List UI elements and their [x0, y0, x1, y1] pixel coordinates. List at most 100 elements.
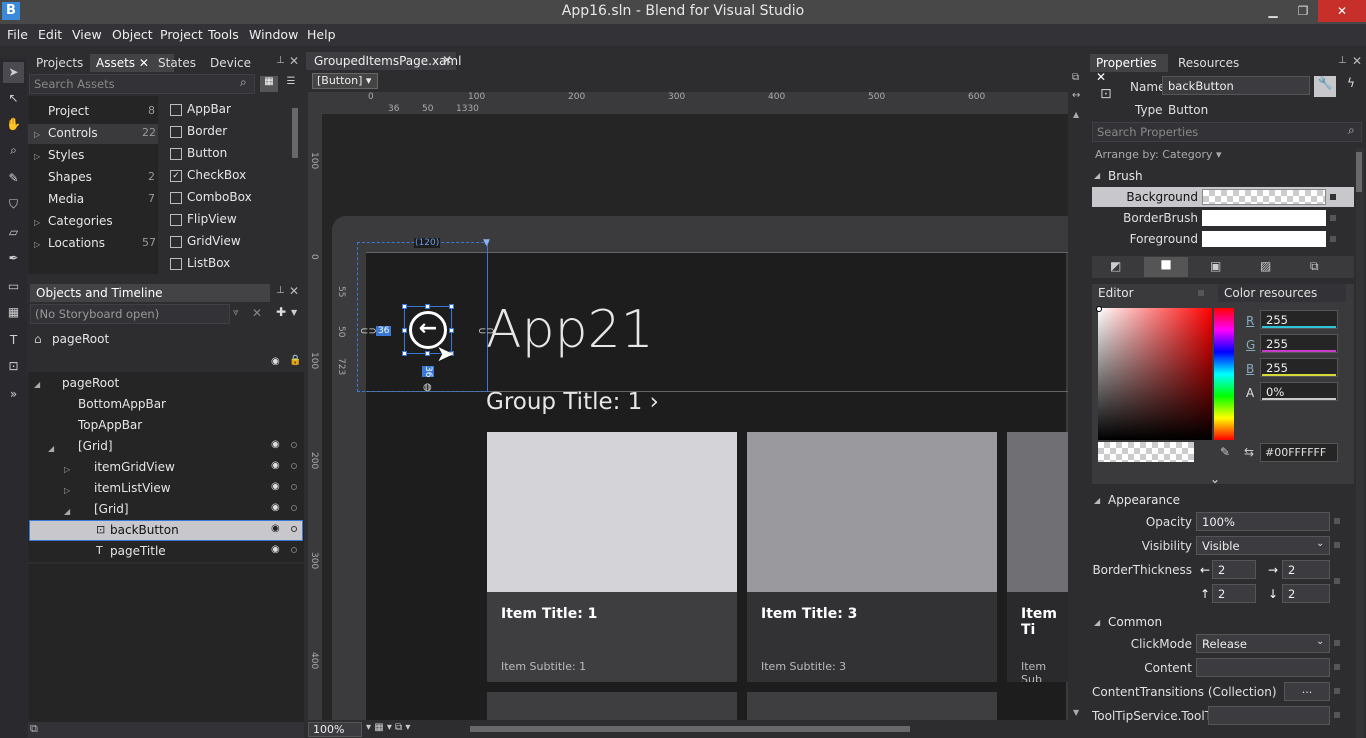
grid-layout-icon[interactable]: ▦ [3, 302, 24, 323]
lock-dot[interactable] [291, 442, 297, 448]
resize-handle[interactable] [425, 351, 430, 356]
resize-handle[interactable] [449, 304, 454, 309]
menu-tools[interactable]: Tools [208, 27, 239, 42]
advanced-options-icon[interactable] [1334, 688, 1340, 694]
asset-item[interactable]: FlipView [187, 212, 237, 226]
close-panel-icon[interactable]: ✕ [289, 284, 299, 298]
menu-view[interactable]: View [72, 27, 102, 42]
column-marker-icon[interactable]: ▼ [483, 238, 490, 248]
expand-arrow-icon[interactable]: ▷ [34, 130, 40, 139]
split-view-icon[interactable]: ⧉ [1072, 72, 1079, 83]
collapse-arrow-icon[interactable]: ◢ [1094, 618, 1100, 627]
lock-dot[interactable] [291, 463, 297, 469]
close-panel-icon[interactable]: ✕ [1352, 54, 1362, 68]
name-input[interactable]: backButton [1162, 76, 1310, 95]
tree-item-bottomappbar[interactable]: BottomAppBar [78, 397, 166, 411]
clickmode-select[interactable]: Release [1196, 634, 1330, 653]
advanced-options-icon[interactable] [1334, 542, 1340, 548]
hex-input[interactable]: #00FFFFFF [1260, 443, 1338, 462]
direct-selection-icon[interactable]: ↖ [3, 88, 24, 109]
category-project[interactable]: Project [48, 104, 89, 118]
resize-handle[interactable] [402, 304, 407, 309]
advanced-options-icon[interactable] [1334, 664, 1340, 670]
menu-object[interactable]: Object [112, 27, 153, 42]
canvas-hscroll-thumb[interactable] [470, 726, 910, 732]
menu-window[interactable]: Window [249, 27, 298, 42]
asset-item[interactable]: Button [187, 146, 227, 160]
item-tile[interactable]: Item Title: 3 Item Subtitle: 3 [747, 432, 997, 682]
item-tile[interactable]: Item Title: 1 Item Subtitle: 1 [487, 432, 737, 682]
opacity-input[interactable]: 100% [1196, 512, 1330, 531]
resize-handle[interactable] [402, 328, 407, 333]
advanced-options-icon[interactable] [1334, 712, 1340, 718]
expand-arrow-icon[interactable]: ▷ [64, 465, 70, 474]
foreground-swatch[interactable] [1202, 231, 1326, 247]
tree-item-itemlistview[interactable]: itemListView [94, 481, 171, 495]
thickness-top-input[interactable]: 2 [1212, 584, 1256, 603]
category-controls[interactable]: Controls [48, 126, 98, 140]
expand-arrow-icon[interactable]: ◢ [48, 444, 54, 453]
assets-scrollbar[interactable] [292, 108, 298, 158]
tree-item-backbutton[interactable]: backButton [110, 523, 179, 537]
expand-arrow-icon[interactable]: ◢ [64, 507, 70, 516]
app-title[interactable]: App21 [486, 300, 654, 360]
collapse-icon[interactable]: ⩔ [233, 307, 239, 318]
color-resources-tab[interactable]: Color resources [1218, 284, 1346, 302]
close-tab-icon[interactable]: ✕ [139, 56, 149, 70]
paint-bucket-icon[interactable]: ⛉ [3, 194, 24, 215]
lock-dot[interactable] [291, 526, 297, 532]
tab-device[interactable]: Device [204, 54, 257, 72]
solid-brush-icon[interactable]: ■ [1144, 257, 1188, 277]
eraser-icon[interactable]: ▱ [3, 222, 24, 243]
menu-file[interactable]: File [7, 27, 28, 42]
lock-dot[interactable] [291, 547, 297, 553]
list-view-icon[interactable]: ☰ [282, 76, 300, 92]
eyedropper-icon[interactable]: ✎ [3, 168, 24, 189]
tab-resources[interactable]: Resources [1172, 54, 1245, 72]
control-icon[interactable]: ⊡ [3, 356, 24, 377]
timeline-zoom-icon[interactable]: ⧉ [30, 722, 38, 736]
thickness-bottom-input[interactable]: 2 [1282, 584, 1330, 603]
tree-item-pagetitle[interactable]: pageTitle [110, 544, 166, 558]
thickness-left-input[interactable]: 2 [1212, 560, 1256, 579]
asset-item[interactable]: ListBox [187, 256, 230, 270]
properties-scrollbar[interactable] [1356, 148, 1364, 738]
close-panel-icon[interactable]: ✕ [289, 54, 299, 68]
tree-item-pageroot[interactable]: pageRoot [62, 376, 119, 390]
visibility-select[interactable]: Visible [1196, 536, 1330, 555]
pin-icon[interactable]: ⊥ [1338, 55, 1347, 66]
gradient-brush-icon[interactable]: ▣ [1210, 259, 1221, 273]
left-link-icon[interactable]: ⊂⊃ [360, 326, 377, 337]
more-tools-icon[interactable]: » [3, 384, 24, 405]
color-saturation-picker[interactable] [1098, 308, 1212, 440]
advanced-options-icon[interactable] [1334, 640, 1340, 646]
asset-item[interactable]: CheckBox [187, 168, 246, 182]
tooltip-input[interactable] [1208, 706, 1330, 725]
swap-colors-icon[interactable]: ⇆ [1244, 445, 1254, 459]
brush-foreground-label[interactable]: Foreground [1098, 232, 1198, 246]
menu-help[interactable]: Help [307, 27, 336, 42]
color-picker-handle[interactable] [1096, 306, 1102, 312]
pen-icon[interactable]: ✒ [3, 248, 24, 269]
pin-icon[interactable]: ⊥ [276, 285, 285, 296]
thickness-right-input[interactable]: 2 [1282, 560, 1330, 579]
expand-editor-icon[interactable]: ⌄ [1210, 472, 1220, 486]
lock-icon[interactable]: 🔒 [289, 355, 301, 366]
asset-item[interactable]: AppBar [187, 102, 231, 116]
zoom-dropdown-icon[interactable]: ▾ ▦ ▾ ⧉ ▾ [366, 722, 410, 733]
advanced-options-icon[interactable] [1330, 215, 1336, 221]
grid-view-icon[interactable]: ▦ [260, 76, 278, 92]
chevron-down-icon[interactable]: ⌄ [1316, 636, 1324, 647]
assets-search-input[interactable]: Search Assets [29, 74, 255, 94]
resize-handle[interactable] [402, 351, 407, 356]
expand-arrow-icon[interactable]: ▷ [34, 152, 40, 161]
category-styles[interactable]: Styles [48, 148, 84, 162]
collapse-arrow-icon[interactable]: ◢ [1094, 496, 1100, 505]
selection-tool-icon[interactable]: ➤ [3, 62, 24, 83]
tree-item-grid[interactable]: [Grid] [78, 439, 113, 453]
chevron-down-icon[interactable]: ⌄ [1316, 538, 1324, 549]
rectangle-icon[interactable]: ▭ [3, 276, 24, 297]
content-input[interactable] [1196, 658, 1330, 677]
advanced-options-icon[interactable] [1334, 578, 1340, 584]
minimize-icon[interactable]: ▁ [1258, 0, 1288, 22]
